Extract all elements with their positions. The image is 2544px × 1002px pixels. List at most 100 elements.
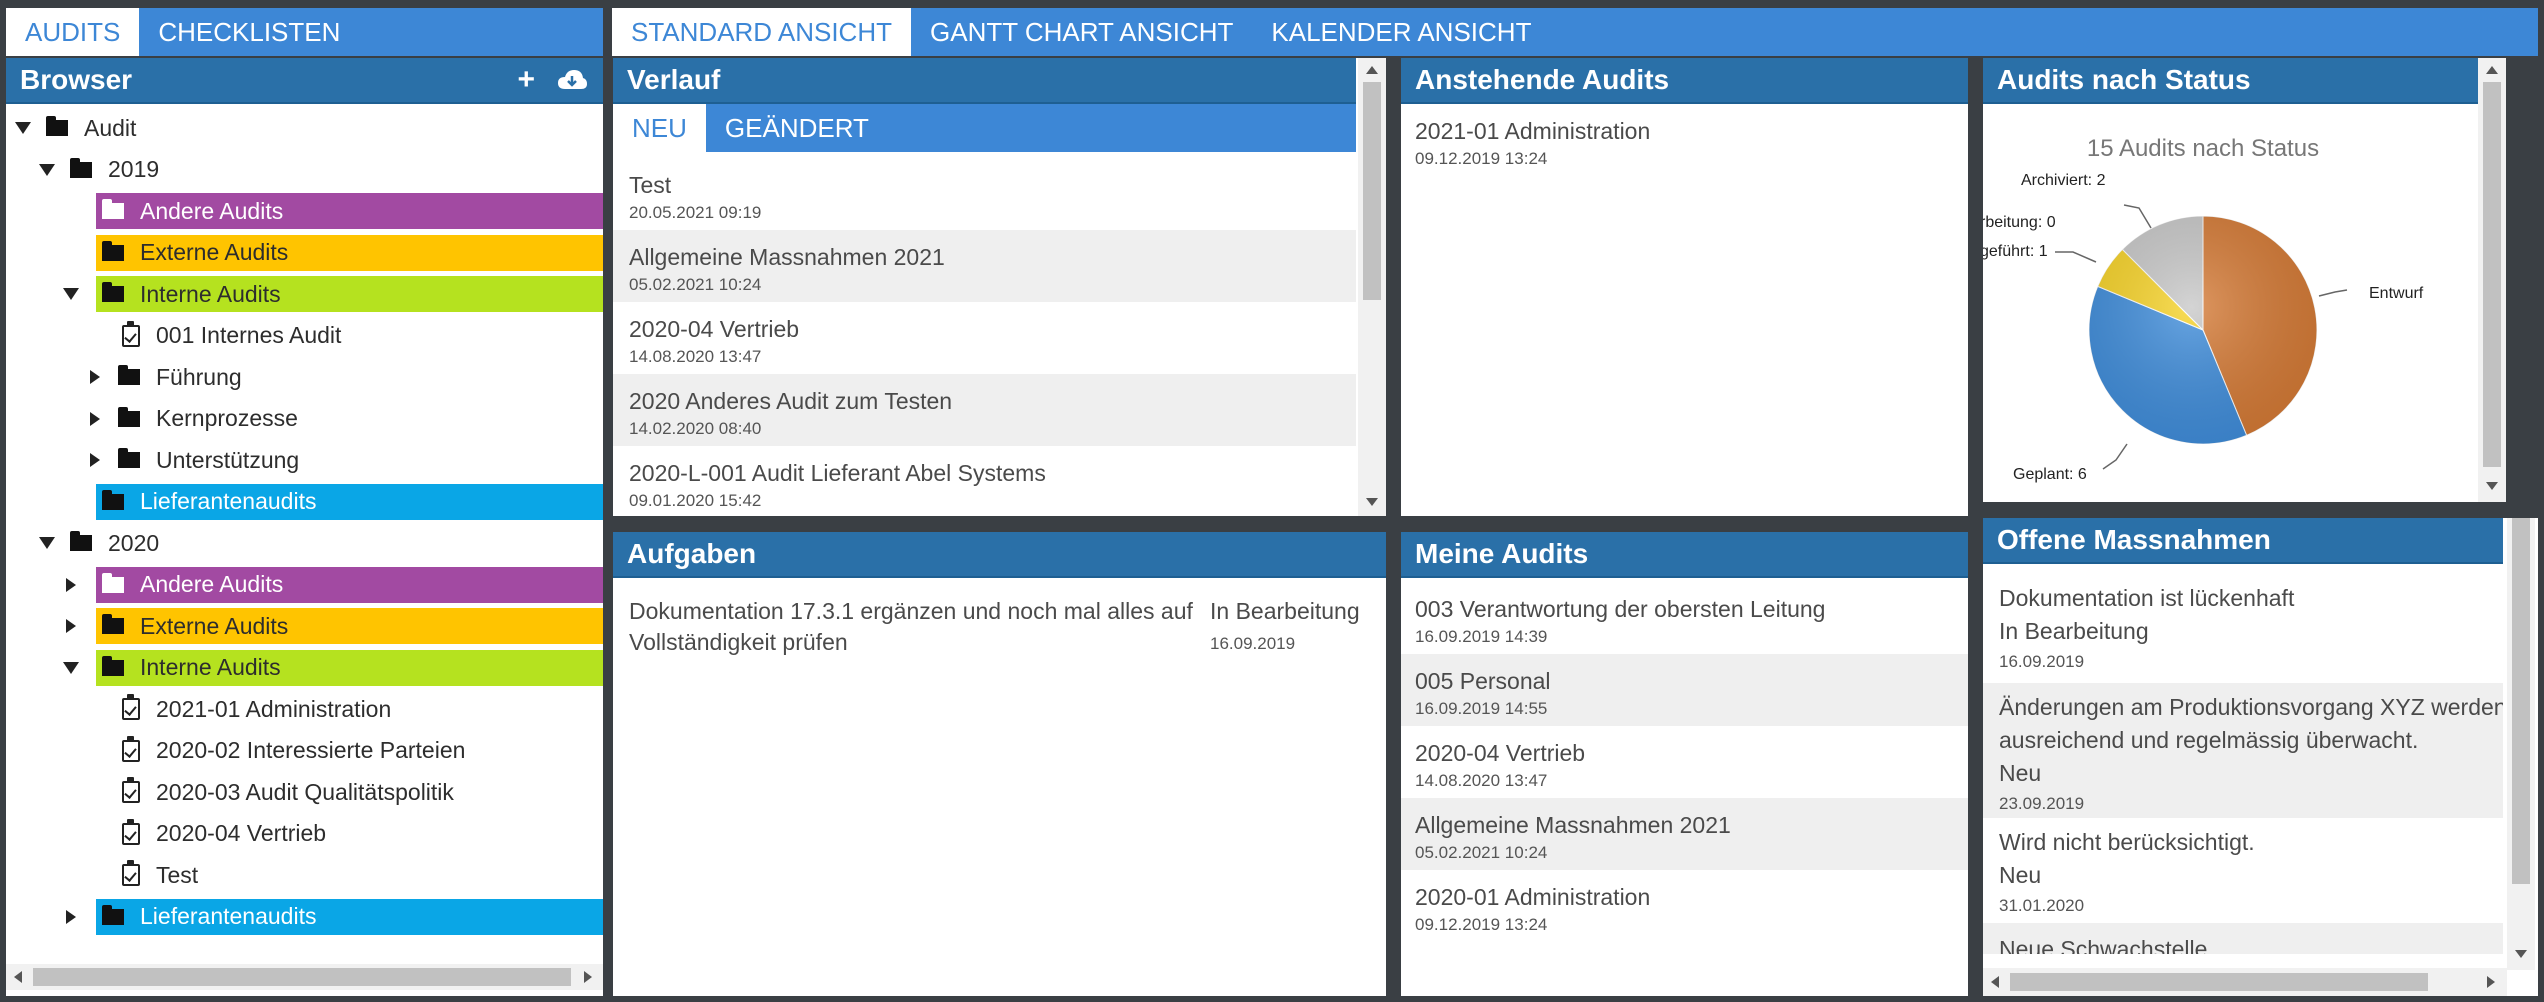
measure-line1: Wird nicht berücksichtigt. xyxy=(1999,829,2255,855)
list-item[interactable]: 2020-04 Vertrieb 14.08.2020 13:47 xyxy=(613,302,1356,374)
hscroll-thumb[interactable] xyxy=(2010,973,2428,991)
list-item[interactable]: Neue Schwachstelle xyxy=(1983,923,2503,954)
list-item[interactable]: Änderungen am Produktionsvorgang XYZ wer… xyxy=(1983,683,2503,818)
label-entwurf: Entwurf xyxy=(2369,285,2424,302)
expand-toggle-icon[interactable] xyxy=(60,906,82,928)
add-icon[interactable]: + xyxy=(517,63,535,97)
list-item[interactable]: 2020 Anderes Audit zum Testen 14.02.2020… xyxy=(613,374,1356,446)
list-item[interactable]: 2020-01 Administration 09.12.2019 13:24 xyxy=(1401,870,1968,942)
item-date: 05.02.2021 10:24 xyxy=(629,275,762,294)
scroll-left-arrow[interactable] xyxy=(14,971,22,983)
collapse-toggle-icon[interactable] xyxy=(36,532,58,554)
item-title: 2020-L-001 Audit Lieferant Abel Systems xyxy=(629,460,1046,486)
tree-label: Lieferantenaudits xyxy=(140,488,317,514)
scroll-up-arrow[interactable] xyxy=(1366,66,1378,74)
offene-list: Dokumentation ist lückenhaft In Bearbeit… xyxy=(1983,568,2503,954)
tree-folder[interactable]: Audit xyxy=(12,110,136,146)
tree-audit-item[interactable]: 2020-03 Audit Qualitätspolitik xyxy=(84,774,454,810)
expand-toggle-icon[interactable] xyxy=(60,615,82,637)
scroll-up-arrow[interactable] xyxy=(2486,66,2498,74)
vscroll-thumb[interactable] xyxy=(1363,82,1381,300)
offene-vscrollbar[interactable] xyxy=(2507,518,2535,970)
expand-toggle-icon[interactable] xyxy=(60,574,82,596)
item-date: 09.01.2020 15:42 xyxy=(629,491,762,510)
tree-folder[interactable]: 2019 xyxy=(36,152,159,188)
verlauf-vscrollbar[interactable] xyxy=(1358,58,1386,516)
item-title: 2020-01 Administration xyxy=(1415,884,1651,910)
tree-label: 2019 xyxy=(108,156,160,182)
scroll-down-arrow[interactable] xyxy=(2515,950,2527,958)
vscroll-thumb[interactable] xyxy=(2512,518,2530,884)
list-item[interactable]: Dokumentation 17.3.1 ergänzen und noch m… xyxy=(629,596,1369,666)
scroll-down-arrow[interactable] xyxy=(1366,498,1378,506)
tab-gantt-chart-ansicht[interactable]: GANTT CHART ANSICHT xyxy=(911,8,1252,56)
collapse-toggle-icon[interactable] xyxy=(36,159,58,181)
tree-folder-band[interactable]: Lieferantenaudits xyxy=(96,898,603,935)
tab-standard-ansicht[interactable]: STANDARD ANSICHT xyxy=(612,8,911,56)
tree-folder-band[interactable]: Andere Audits xyxy=(96,193,603,229)
item-title: Allgemeine Massnahmen 2021 xyxy=(1415,812,1731,838)
expand-toggle-icon[interactable] xyxy=(84,366,106,388)
list-item[interactable]: 2020-04 Vertrieb 14.08.2020 13:47 xyxy=(1401,726,1968,798)
cloud-download-icon[interactable] xyxy=(557,69,587,91)
tree-folder[interactable]: Führung xyxy=(84,359,242,395)
scroll-left-arrow[interactable] xyxy=(1991,976,1999,988)
tree-audit-item[interactable]: 2021-01 Administration xyxy=(84,691,391,727)
list-item[interactable]: Wird nicht berücksichtigt. Neu 31.01.202… xyxy=(1983,818,2503,923)
tree-audit-item[interactable]: Test xyxy=(84,857,198,893)
list-item[interactable]: 2021-01 Administration 09.12.2019 13:24 xyxy=(1401,118,1968,188)
tree-audit-item[interactable]: 2020-04 Vertrieb xyxy=(84,816,326,852)
tab-checklisten[interactable]: CHECKLISTEN xyxy=(139,8,359,56)
folder-icon xyxy=(118,406,140,427)
scroll-down-arrow[interactable] xyxy=(2486,482,2498,490)
scroll-right-arrow[interactable] xyxy=(2487,976,2495,988)
tree-folder-band[interactable]: Externe Audits xyxy=(96,234,603,271)
list-item[interactable]: 005 Personal 16.09.2019 14:55 xyxy=(1401,654,1968,726)
tree-folder[interactable]: Unterstützung xyxy=(84,442,299,478)
tree-folder-band[interactable]: Interne Audits xyxy=(96,276,603,312)
meine-title: Meine Audits xyxy=(1415,538,1589,569)
measure-date: 31.01.2020 xyxy=(1999,896,2085,915)
measure-date: 23.09.2019 xyxy=(1999,794,2085,813)
list-item[interactable]: 003 Verantwortung der obersten Leitung 1… xyxy=(1401,582,1968,654)
tab-kalender-ansicht[interactable]: KALENDER ANSICHT xyxy=(1252,8,1550,56)
collapse-toggle-icon[interactable] xyxy=(60,283,82,305)
tree-folder[interactable]: 2020 xyxy=(36,525,159,561)
subtab-neu[interactable]: NEU xyxy=(613,104,706,152)
list-item[interactable]: Allgemeine Massnahmen 2021 05.02.2021 10… xyxy=(1401,798,1968,870)
hscroll-thumb[interactable] xyxy=(33,968,571,986)
item-title: 2020-04 Vertrieb xyxy=(1415,740,1586,766)
chart-clip xyxy=(2428,104,2478,502)
aufgaben-header: Aufgaben xyxy=(613,532,1386,578)
item-date: 09.12.2019 13:24 xyxy=(1415,915,1548,934)
list-item[interactable]: Dokumentation ist lückenhaft In Bearbeit… xyxy=(1983,568,2503,683)
browser-hscrollbar[interactable] xyxy=(6,964,603,990)
tree-audit-item[interactable]: 001 Internes Audit xyxy=(84,318,341,354)
subtab-geaendert[interactable]: GEÄNDERT xyxy=(706,104,888,152)
offene-hscrollbar[interactable] xyxy=(1983,968,2507,996)
item-title: 2020 Anderes Audit zum Testen xyxy=(629,388,953,414)
list-item[interactable]: Allgemeine Massnahmen 2021 05.02.2021 10… xyxy=(613,230,1356,302)
collapse-toggle-icon[interactable] xyxy=(60,657,82,679)
audit-clipboard-icon xyxy=(122,735,140,762)
scroll-right-arrow[interactable] xyxy=(584,971,592,983)
anstehende-title: Anstehende Audits xyxy=(1415,64,1670,95)
expand-toggle-icon[interactable] xyxy=(84,449,106,471)
expand-toggle-icon[interactable] xyxy=(84,408,106,430)
list-item[interactable]: Test 20.05.2021 09:19 xyxy=(613,158,1356,230)
status-vscrollbar[interactable] xyxy=(2478,58,2506,502)
audit-clipboard-icon xyxy=(122,860,140,886)
vscroll-thumb[interactable] xyxy=(2483,82,2501,467)
audit-clipboard-icon xyxy=(122,694,140,720)
tree-folder-band[interactable]: Andere Audits xyxy=(96,566,603,603)
tree-folder-band[interactable]: Lieferantenaudits xyxy=(96,483,603,520)
list-item[interactable]: 2020-L-001 Audit Lieferant Abel Systems … xyxy=(613,446,1356,516)
tree-audit-item[interactable]: 2020-02 Interessierte Parteien xyxy=(84,733,465,769)
collapse-toggle-icon[interactable] xyxy=(12,117,34,139)
tree-folder-band[interactable]: Externe Audits xyxy=(96,608,603,644)
tree-folder-band[interactable]: Interne Audits xyxy=(96,649,603,686)
tab-audits[interactable]: AUDITS xyxy=(6,8,140,56)
item-date: 16.09.2019 14:39 xyxy=(1415,627,1548,646)
folder-icon xyxy=(70,531,92,551)
tree-folder[interactable]: Kernprozesse xyxy=(84,401,298,437)
